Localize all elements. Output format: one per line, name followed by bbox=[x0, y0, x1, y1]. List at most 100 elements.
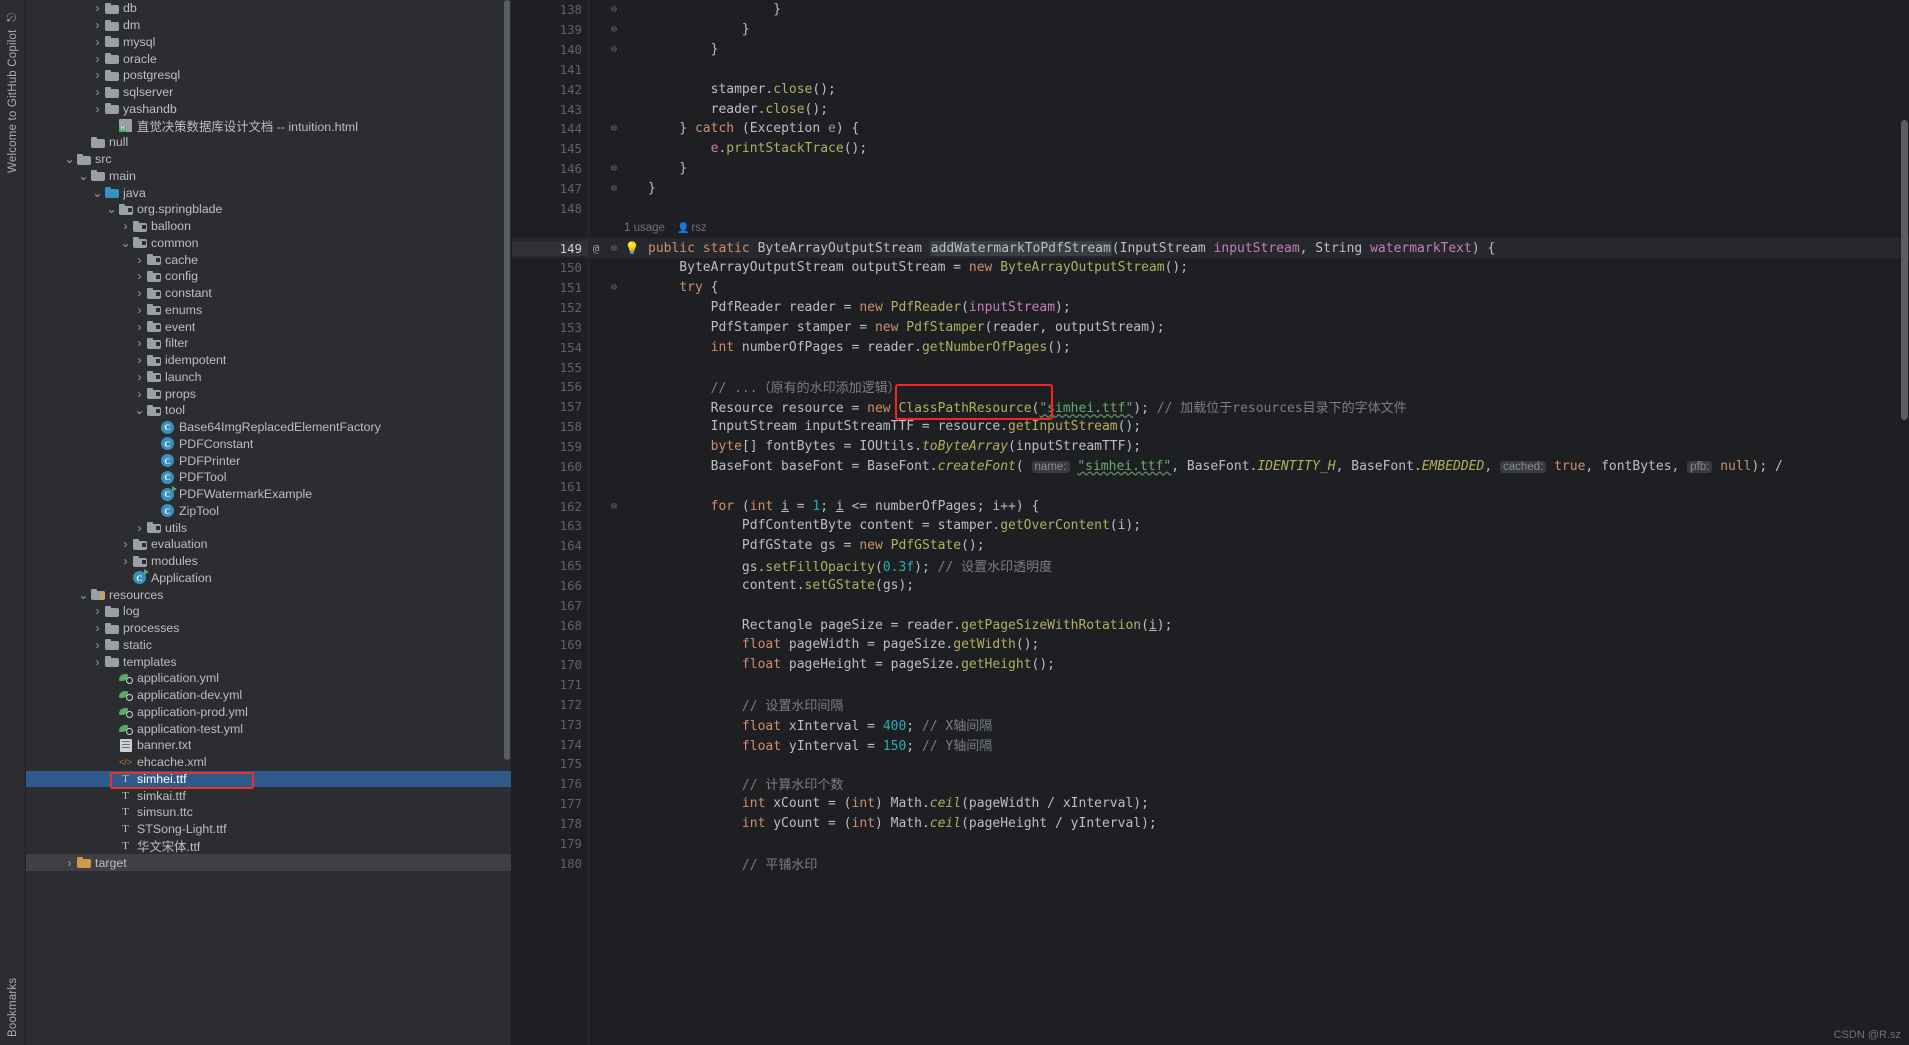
code-line[interactable]: 162 ⊖ for (int i = 1; i <= numberOfPages;… bbox=[512, 496, 1909, 516]
code-lines[interactable]: 138 ⊖ } 139 ⊖ } 140 ⊖ } 141 142 stamper.close(… bbox=[512, 0, 1909, 1045]
fold-marker-icon[interactable]: ⊖ bbox=[604, 501, 624, 512]
tree-item[interactable]: › event bbox=[26, 318, 512, 335]
chevron-down-icon[interactable]: ⌄ bbox=[78, 170, 89, 182]
tree-item[interactable]: </> ehcache.xml bbox=[26, 754, 512, 771]
chevron-right-icon[interactable]: › bbox=[134, 253, 145, 267]
tree-item[interactable]: › mysql bbox=[26, 34, 512, 51]
tree-item[interactable]: › target bbox=[26, 854, 512, 871]
fold-marker-icon[interactable]: ⊖ bbox=[604, 243, 624, 254]
tree-item[interactable]: › modules bbox=[26, 553, 512, 570]
code-line[interactable]: 148 bbox=[512, 198, 1909, 218]
chevron-right-icon[interactable]: › bbox=[134, 353, 145, 367]
code-line[interactable]: 173 float xInterval = 400; // X轴间隔 bbox=[512, 714, 1909, 734]
tree-scrollbar[interactable] bbox=[504, 0, 510, 760]
tree-item[interactable]: › oracle bbox=[26, 50, 512, 67]
chevron-down-icon[interactable]: ⌄ bbox=[78, 589, 89, 601]
tree-item[interactable]: application-dev.yml bbox=[26, 687, 512, 704]
tree-item[interactable]: › log bbox=[26, 603, 512, 620]
code-line[interactable]: 154 int numberOfPages = reader.getNumber… bbox=[512, 337, 1909, 357]
code-line[interactable]: 153 PdfStamper stamper = new PdfStamper(… bbox=[512, 318, 1909, 338]
chevron-right-icon[interactable]: › bbox=[92, 35, 103, 49]
tree-item[interactable]: C PDFConstant bbox=[26, 436, 512, 453]
chevron-right-icon[interactable]: › bbox=[134, 269, 145, 283]
chevron-down-icon[interactable]: ⌄ bbox=[92, 187, 103, 199]
tool-window-tab-bookmarks[interactable]: Bookmarks bbox=[0, 955, 26, 1041]
tree-item[interactable]: ⌄ org.springblade bbox=[26, 201, 512, 218]
tree-item[interactable]: ⌄ tool bbox=[26, 402, 512, 419]
tree-item[interactable]: › evaluation bbox=[26, 536, 512, 553]
tree-item[interactable]: › static bbox=[26, 637, 512, 654]
fold-marker-icon[interactable]: ⊖ bbox=[604, 282, 624, 293]
code-line[interactable]: 141 bbox=[512, 60, 1909, 80]
code-editor[interactable]: 138 ⊖ } 139 ⊖ } 140 ⊖ } 141 142 stamper.close(… bbox=[512, 0, 1909, 1045]
code-line[interactable]: 180 // 平铺水印 bbox=[512, 853, 1909, 873]
fold-marker-icon[interactable]: ⊖ bbox=[604, 163, 624, 174]
code-line[interactable]: 170 float pageHeight = pageSize.getHeigh… bbox=[512, 655, 1909, 675]
tree-item[interactable]: C PDFPrinter bbox=[26, 452, 512, 469]
code-line[interactable]: 138 ⊖ } bbox=[512, 0, 1909, 20]
chevron-right-icon[interactable]: › bbox=[92, 18, 103, 32]
code-line[interactable]: 139 ⊖ } bbox=[512, 20, 1909, 40]
tree-item[interactable]: C PDFWatermarkExample bbox=[26, 485, 512, 503]
fold-marker-icon[interactable]: ⊖ bbox=[604, 183, 624, 194]
code-line[interactable]: 172 // 设置水印间隔 bbox=[512, 695, 1909, 715]
tree-item[interactable]: C ZipTool bbox=[26, 503, 512, 520]
chevron-right-icon[interactable]: › bbox=[64, 856, 75, 870]
tree-item[interactable]: application.yml bbox=[26, 670, 512, 687]
code-line[interactable]: 165 gs.setFillOpacity(0.3f); // 设置水印透明度 bbox=[512, 556, 1909, 576]
tree-item[interactable]: null bbox=[26, 134, 512, 151]
code-line[interactable]: 164 PdfGState gs = new PdfGState(); bbox=[512, 536, 1909, 556]
fold-marker-icon[interactable]: ⊖ bbox=[604, 24, 624, 35]
code-line[interactable]: 178 int yCount = (int) Math.ceil(pageHei… bbox=[512, 814, 1909, 834]
chevron-right-icon[interactable]: › bbox=[92, 604, 103, 618]
code-line[interactable]: 149 @ ⊖ 💡 public static ByteArrayOutputStrea… bbox=[512, 238, 1909, 258]
code-line[interactable]: 171 bbox=[512, 675, 1909, 695]
code-line[interactable]: 176 // 计算水印个数 bbox=[512, 774, 1909, 794]
code-line[interactable]: 160 BaseFont baseFont = BaseFont.createF… bbox=[512, 456, 1909, 476]
tree-item[interactable]: › cache bbox=[26, 251, 512, 268]
usage-author[interactable]: rsz bbox=[689, 222, 706, 234]
tree-item[interactable]: 直觉决策数据库设计文档 -- intuition.html bbox=[26, 117, 512, 134]
chevron-right-icon[interactable]: › bbox=[92, 1, 103, 15]
chevron-down-icon[interactable]: ⌄ bbox=[120, 237, 131, 249]
tree-item[interactable]: application-prod.yml bbox=[26, 704, 512, 721]
fold-marker-icon[interactable]: ⊖ bbox=[604, 44, 624, 55]
tree-item[interactable]: ⌄ src bbox=[26, 151, 512, 168]
chevron-down-icon[interactable]: ⌄ bbox=[64, 153, 75, 165]
code-line[interactable]: 163 PdfContentByte content = stamper.get… bbox=[512, 516, 1909, 536]
tree-item[interactable]: ⌄ common bbox=[26, 235, 512, 252]
tree-item[interactable]: › enums bbox=[26, 302, 512, 319]
code-line[interactable]: 142 stamper.close(); bbox=[512, 79, 1909, 99]
code-line[interactable]: 140 ⊖ } bbox=[512, 40, 1909, 60]
tree-item[interactable]: banner.txt bbox=[26, 737, 512, 754]
code-line[interactable]: 159 byte[] fontBytes = IOUtils.toByteArr… bbox=[512, 437, 1909, 457]
usage-count[interactable]: 1 usage bbox=[616, 222, 665, 234]
code-line[interactable]: 150 ByteArrayOutputStream outputStream =… bbox=[512, 258, 1909, 278]
code-line[interactable]: 175 bbox=[512, 754, 1909, 774]
tree-item[interactable]: › postgresql bbox=[26, 67, 512, 84]
tree-item[interactable]: ⌄ main bbox=[26, 168, 512, 185]
chevron-down-icon[interactable]: ⌄ bbox=[106, 203, 117, 215]
code-line[interactable]: 144 ⊖ } catch (Exception e) { bbox=[512, 119, 1909, 139]
code-line[interactable]: 157 Resource resource = new ClassPathRes… bbox=[512, 397, 1909, 417]
tree-item[interactable]: › filter bbox=[26, 335, 512, 352]
fold-marker-icon[interactable]: ⊖ bbox=[604, 123, 624, 134]
chevron-right-icon[interactable]: › bbox=[134, 286, 145, 300]
tool-window-tab-copilot[interactable]: Welcome to GitHub Copilot ⎋ bbox=[0, 8, 26, 176]
code-line[interactable]: 143 reader.close(); bbox=[512, 99, 1909, 119]
tree-item[interactable]: › utils bbox=[26, 519, 512, 536]
tree-item[interactable]: › constant bbox=[26, 285, 512, 302]
lightbulb-icon[interactable]: 💡 bbox=[624, 241, 640, 255]
chevron-down-icon[interactable]: ⌄ bbox=[134, 404, 145, 416]
tree-item[interactable]: › balloon bbox=[26, 218, 512, 235]
tree-item[interactable]: Tsimsun.ttc bbox=[26, 804, 512, 821]
chevron-right-icon[interactable]: › bbox=[92, 621, 103, 635]
code-line[interactable]: 174 float yInterval = 150; // Y轴间隔 bbox=[512, 734, 1909, 754]
code-line[interactable]: 177 int xCount = (int) Math.ceil(pageWid… bbox=[512, 794, 1909, 814]
tree-item[interactable]: › config bbox=[26, 268, 512, 285]
chevron-right-icon[interactable]: › bbox=[92, 52, 103, 66]
tree-item[interactable]: › dm bbox=[26, 17, 512, 34]
chevron-right-icon[interactable]: › bbox=[92, 68, 103, 82]
chevron-right-icon[interactable]: › bbox=[134, 370, 145, 384]
tree-item[interactable]: › processes bbox=[26, 620, 512, 637]
